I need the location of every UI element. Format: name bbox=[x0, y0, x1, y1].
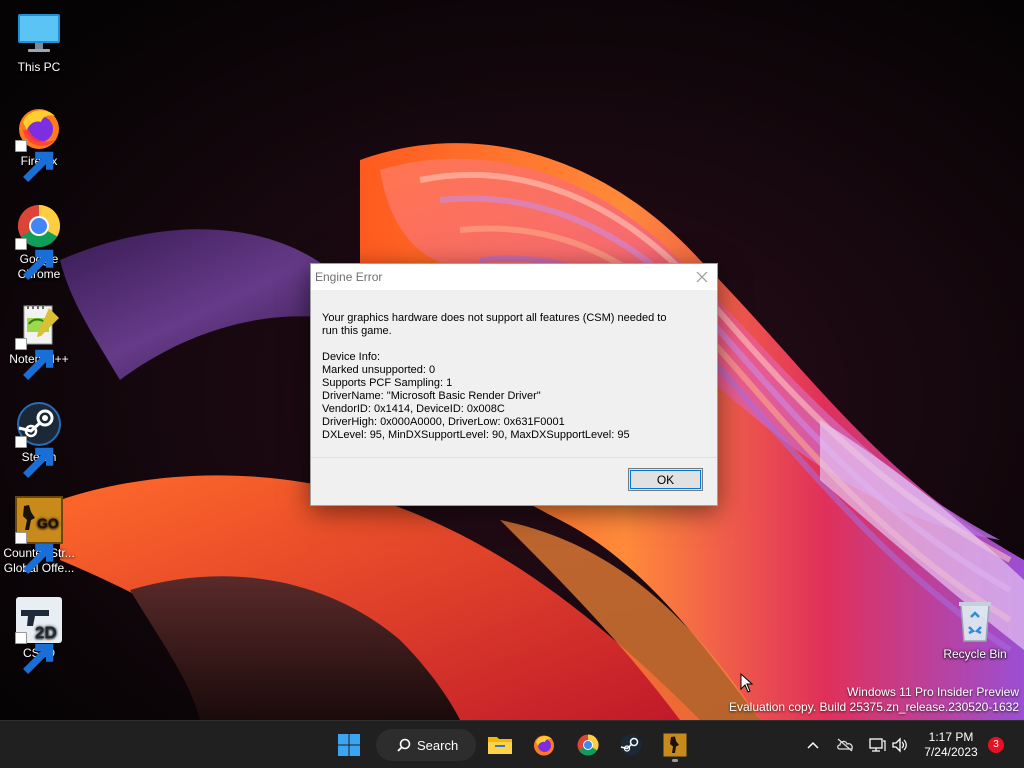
volume-icon bbox=[892, 737, 907, 753]
start-icon bbox=[338, 734, 360, 756]
desktop-icon-this-pc[interactable]: This PC bbox=[0, 10, 78, 75]
desktop-icon-steam[interactable]: Steam bbox=[0, 400, 78, 478]
device-info-line: DriverName: "Microsoft Basic Render Driv… bbox=[322, 390, 541, 402]
device-info-line: Marked unsupported: 0 bbox=[322, 364, 436, 376]
taskbar-chrome[interactable] bbox=[572, 729, 604, 761]
tray-overflow-button[interactable] bbox=[802, 733, 824, 757]
taskbar-firefox[interactable] bbox=[528, 729, 560, 761]
desktop-icon-label: Recycle Bin bbox=[943, 647, 1007, 661]
steam-icon bbox=[620, 734, 642, 756]
file-explorer-icon bbox=[488, 737, 512, 754]
device-info-line: Device Info: bbox=[322, 351, 381, 363]
taskbar-clock[interactable]: 1:17 PM 7/24/2023 bbox=[918, 730, 984, 760]
close-icon bbox=[696, 271, 708, 283]
taskbar: Search 1:17 PM 7/24/2023 3 bbox=[0, 720, 1024, 768]
clock-date: 7/24/2023 bbox=[924, 745, 978, 759]
desktop-icon-cs2d[interactable]: 2D CS2D bbox=[0, 596, 78, 674]
desktop-icon-csgo[interactable]: GO Counter-Str... Global Offe... bbox=[0, 496, 78, 576]
shortcut-arrow-icon bbox=[15, 140, 54, 182]
engine-error-dialog: Engine Error Your graphics hardware does… bbox=[310, 263, 718, 506]
shortcut-arrow-icon bbox=[15, 436, 54, 478]
taskbar-steam[interactable] bbox=[615, 729, 647, 761]
taskbar-active-indicator bbox=[672, 759, 678, 762]
chevron-up-icon bbox=[807, 741, 819, 749]
device-info-line: Supports PCF Sampling: 1 bbox=[322, 377, 453, 389]
tray-onedrive[interactable] bbox=[834, 733, 856, 757]
error-message-line: Your graphics hardware does not support … bbox=[322, 312, 667, 324]
taskbar-search-button[interactable]: Search bbox=[376, 729, 476, 761]
tray-volume[interactable] bbox=[889, 733, 911, 757]
shortcut-arrow-icon bbox=[15, 632, 54, 674]
desktop-icon-firefox[interactable]: Firefox bbox=[0, 104, 78, 182]
ok-button[interactable]: OK bbox=[628, 468, 703, 491]
notification-badge[interactable]: 3 bbox=[988, 737, 1004, 753]
dialog-title: Engine Error bbox=[315, 270, 383, 284]
search-icon bbox=[397, 738, 411, 752]
desktop-icon-label: This PC bbox=[17, 60, 61, 74]
device-info-line: VendorID: 0x1414, DeviceID: 0x008C bbox=[322, 403, 505, 415]
watermark-line: Evaluation copy. Build 25375.zn_release.… bbox=[729, 700, 1019, 714]
desktop-icon-recycle-bin[interactable]: Recycle Bin bbox=[936, 597, 1014, 662]
device-info-line: DriverHigh: 0x000A0000, DriverLow: 0x631… bbox=[322, 416, 565, 428]
onedrive-icon bbox=[837, 738, 853, 752]
device-info-line: DXLevel: 95, MinDXSupportLevel: 90, MaxD… bbox=[322, 429, 630, 441]
chrome-icon bbox=[577, 734, 599, 756]
desktop-icon-chrome[interactable]: Google Chrome bbox=[0, 202, 78, 282]
tray-network[interactable] bbox=[866, 733, 888, 757]
csgo-icon bbox=[663, 733, 687, 757]
recycle-bin-icon bbox=[959, 602, 991, 642]
firefox-icon bbox=[534, 735, 554, 756]
search-label: Search bbox=[417, 737, 459, 753]
desktop-icon-notepadpp[interactable]: Notepad++ bbox=[0, 302, 78, 380]
windows-watermark: Windows 11 Pro Insider Preview Evaluatio… bbox=[729, 685, 1019, 715]
dialog-footer: OK bbox=[311, 457, 717, 505]
watermark-line: Windows 11 Pro Insider Preview bbox=[847, 685, 1019, 699]
shortcut-arrow-icon bbox=[15, 338, 54, 380]
dialog-message: Your graphics hardware does not support … bbox=[311, 290, 717, 442]
monitor-icon bbox=[18, 14, 60, 52]
shortcut-arrow-icon bbox=[15, 238, 54, 280]
dialog-close-button[interactable] bbox=[691, 266, 713, 288]
mouse-cursor-icon bbox=[740, 673, 754, 693]
shortcut-arrow-icon bbox=[15, 532, 54, 574]
dialog-titlebar[interactable]: Engine Error bbox=[311, 264, 717, 290]
taskbar-file-explorer[interactable] bbox=[484, 729, 516, 761]
start-button[interactable] bbox=[333, 729, 365, 761]
network-icon bbox=[869, 738, 886, 752]
clock-time: 1:17 PM bbox=[928, 730, 974, 744]
svg-text:GO: GO bbox=[37, 515, 59, 531]
taskbar-csgo[interactable] bbox=[659, 729, 691, 761]
error-message-line: run this game. bbox=[322, 325, 392, 337]
